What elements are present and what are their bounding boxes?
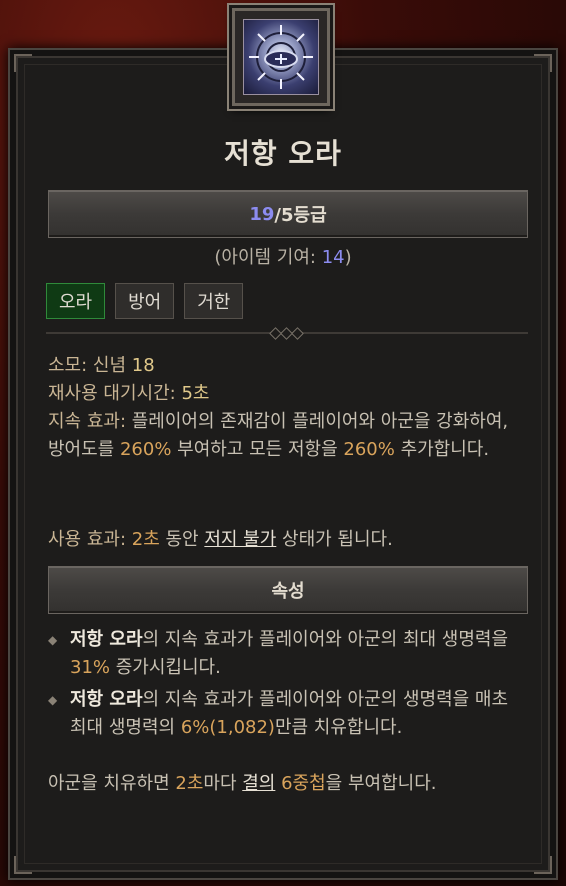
rank-suffix: /5등급 — [274, 205, 327, 226]
corner-ornament — [534, 54, 552, 72]
properties-list: ◆ 저항 오라의 지속 효과가 플레이어와 아군의 최대 생명력을 31% 증가… — [48, 626, 528, 746]
cost-line: 소모: 신념 18 — [48, 355, 155, 376]
rank-bar: 19/5등급 — [48, 190, 528, 238]
unstoppable-link[interactable]: 저지 불가 — [204, 529, 276, 550]
bullet-icon: ◆ — [48, 693, 58, 707]
divider-ornament-icon — [268, 326, 304, 340]
list-item: ◆ 저항 오라의 지속 효과가 플레이어와 아군의 최대 생명력을 31% 증가… — [48, 626, 528, 682]
list-item: ◆ 저항 오라의 지속 효과가 플레이어와 아군의 생명력을 매초 최대 생명력… — [48, 686, 528, 742]
item-contribution: (아이템 기여: 14) — [214, 247, 352, 268]
passive-effect: 지속 효과: 플레이어의 존재감이 플레이어와 아군을 강화하여, 방어도를 2… — [48, 411, 509, 460]
rank-current: 19 — [249, 203, 275, 225]
tag-defense[interactable]: 방어 — [115, 283, 175, 319]
corner-ornament — [14, 856, 32, 874]
shield-aura-icon — [232, 8, 330, 106]
corner-ornament — [14, 54, 32, 72]
cooldown-line: 재사용 대기시간: 5초 — [48, 383, 210, 404]
properties-header: 속성 — [48, 566, 528, 614]
bullet-icon: ◆ — [48, 633, 58, 647]
corner-ornament — [534, 856, 552, 874]
tag-juggernaut[interactable]: 거한 — [184, 283, 244, 319]
contribution-value: 14 — [321, 247, 345, 268]
resolve-link[interactable]: 결의 — [242, 773, 275, 794]
skill-tags: 오라 방어 거한 — [46, 283, 244, 319]
active-effect: 사용 효과: 2초 동안 저지 불가 상태가 됩니다. — [48, 529, 393, 550]
skill-tooltip-panel — [8, 48, 558, 880]
cost-value: 18 — [131, 355, 155, 376]
cooldown-value: 5초 — [181, 383, 210, 404]
tag-aura[interactable]: 오라 — [46, 283, 106, 319]
skill-title: 저항 오라 — [224, 137, 342, 170]
resolve-footer: 아군을 치유하면 2초마다 결의 6중첩을 부여합니다. — [48, 773, 437, 794]
